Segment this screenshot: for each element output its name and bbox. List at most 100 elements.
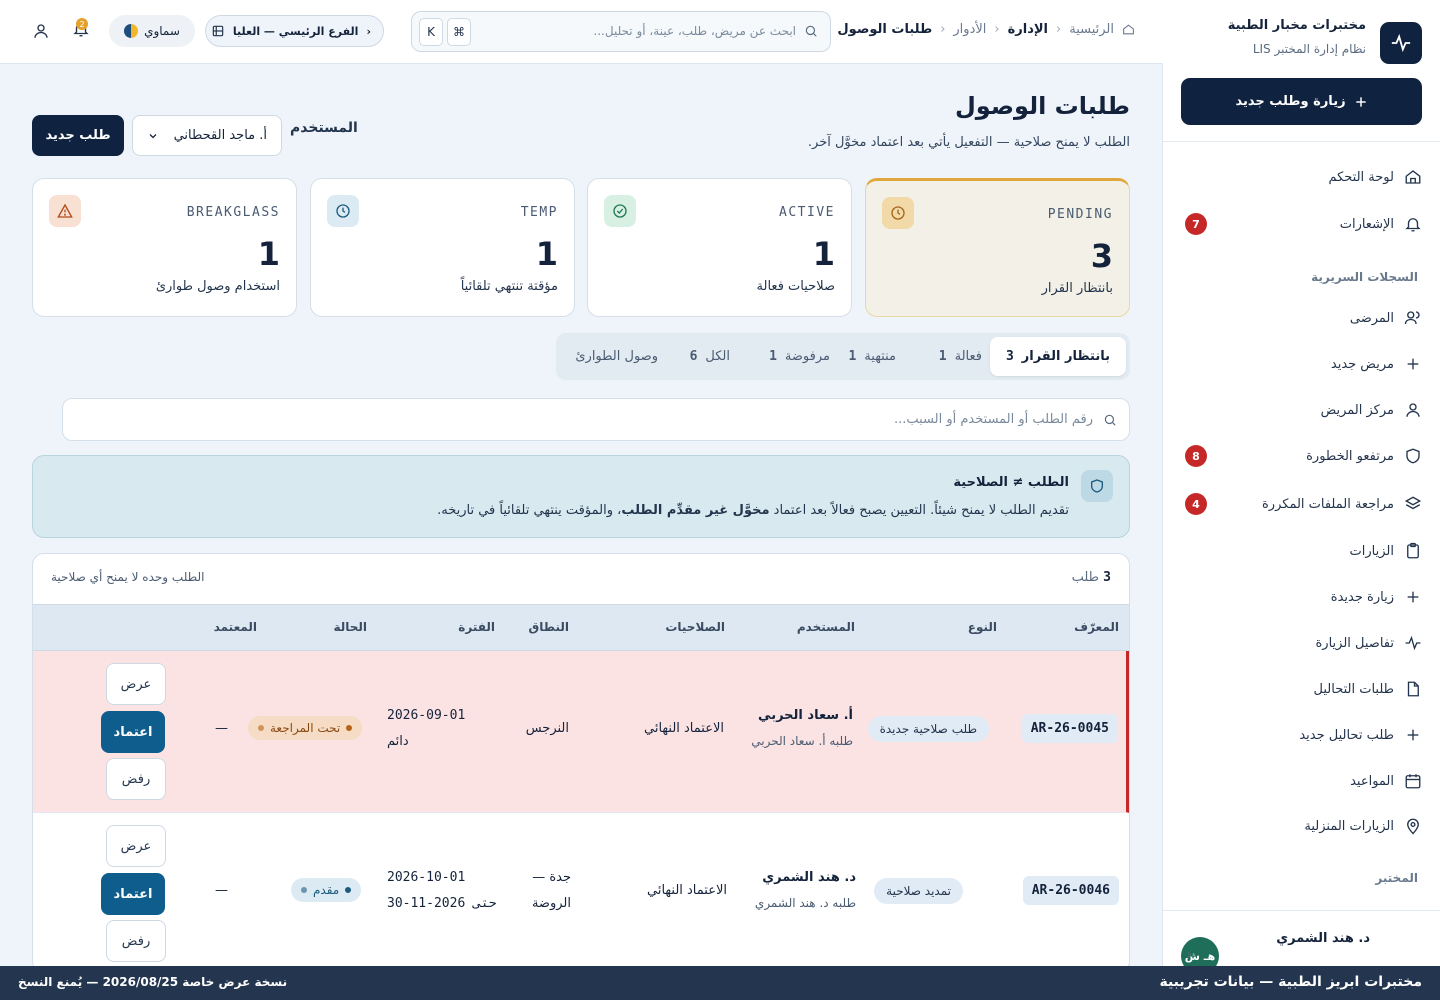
sidebar-item-test-orders[interactable]: طلبات التحاليل [1181, 671, 1422, 707]
stat-description: صلاحيات فعالة [756, 279, 835, 294]
period-end: حتى 2026-11-30 [387, 896, 497, 911]
approve-button[interactable]: اعتماد [101, 711, 165, 753]
status-label: مقدم [313, 883, 340, 897]
sidebar-item-home-visits[interactable]: الزيارات المنزلية [1181, 808, 1422, 844]
search-icon [1103, 413, 1117, 427]
request-id[interactable]: AR-26-0045 [1021, 714, 1118, 743]
stat-card-temp[interactable]: TEMP 1 مؤقتة تنتهي تلقائياً [310, 178, 575, 317]
sidebar-item-patients[interactable]: المرضى [1181, 300, 1422, 336]
search-icon [804, 24, 818, 38]
table-row[interactable]: AR-26-0046 تمديد صلاحية د. هند الشمري طل… [33, 813, 1129, 972]
breadcrumb-current: طلبات الوصول [837, 22, 933, 37]
notice-text: تقديم الطلب لا يمنح شيئاً. التعيين يصبح … [437, 503, 1069, 518]
plus-icon [1404, 588, 1422, 606]
location-icon [1404, 817, 1422, 835]
sidebar-item-label: الزيارات المنزلية [1304, 818, 1394, 834]
period-start: 2026-09-01 [387, 708, 466, 723]
tab-active[interactable]: فعالة 1 [939, 337, 982, 376]
user-select[interactable]: أ. ماجد القحطاني [132, 115, 282, 156]
sidebar-item-new-visit[interactable]: زيارة جديدة [1181, 579, 1422, 615]
request-search-input[interactable]: رقم الطلب أو المستخدم أو السبب... [62, 398, 1130, 441]
sidebar-item-label: الإشعارات [1339, 216, 1394, 232]
breadcrumb-admin[interactable]: الإدارة [1008, 22, 1048, 37]
stat-value: 1 [812, 235, 835, 273]
request-search-placeholder: رقم الطلب أو المستخدم أو السبب... [893, 412, 1093, 427]
stat-card-pending[interactable]: PENDING 3 بانتظار القرار [865, 178, 1130, 317]
request-user: د. هند الشمري [762, 870, 856, 885]
breadcrumb-home[interactable]: الرئيسية [1069, 22, 1114, 37]
user-menu-button[interactable] [32, 22, 50, 40]
tab-label: مرفوضة [784, 349, 830, 364]
stat-value: 1 [257, 235, 280, 273]
table-note: الطلب وحده لا يمنح أي صلاحية [51, 570, 205, 584]
tab-pending[interactable]: بانتظار القرار 3 [989, 337, 1126, 376]
sidebar-item-appointments[interactable]: المواعيد [1181, 763, 1422, 799]
sidebar-item-visits[interactable]: الزيارات [1181, 533, 1422, 569]
branch-selector[interactable]: ‹ الفرع الرئيسي — العليا [205, 15, 384, 47]
sidebar-item-label: مرتفعو الخطورة [1306, 448, 1394, 464]
status-badge: تحت المراجعة [248, 716, 363, 740]
scope: النرجس [525, 721, 569, 736]
notifications-button[interactable]: 2 [72, 18, 90, 38]
view-button[interactable]: عرض [106, 825, 166, 867]
tab-count: 1 [769, 349, 777, 364]
tab-rejected[interactable]: مرفوضة 1 [769, 337, 830, 376]
sidebar-item-new-patient[interactable]: مريض جديد [1181, 346, 1422, 382]
breadcrumb: الرئيسية ‹ الإدارة ‹ الأدوار ‹ طلبات الو… [837, 22, 1135, 37]
sidebar-item-visit-details[interactable]: تفاصيل الزيارة [1181, 625, 1422, 661]
request-id[interactable]: AR-26-0046 [1022, 876, 1119, 905]
sidebar-item-label: تفاصيل الزيارة [1315, 635, 1394, 651]
stat-card-breakglass[interactable]: BREAKGLASS 1 استخدام وصول طوارئ [32, 178, 297, 317]
sidebar-item-label: المواعيد [1350, 773, 1394, 789]
shield-icon [1081, 470, 1113, 502]
high-risk-badge: 8 [1185, 445, 1207, 467]
approve-button[interactable]: اعتماد [101, 873, 165, 915]
chevron-left-icon: ‹ [994, 22, 1000, 37]
tab-label: فعالة [954, 349, 982, 364]
stat-value: 3 [1090, 237, 1113, 275]
user-filter-label: المستخدم [290, 120, 358, 136]
table-row[interactable]: AR-26-0045 طلب صلاحية جديدة أ. سعاد الحر… [33, 651, 1129, 813]
approver: — [215, 883, 228, 898]
tab-all[interactable]: الكل 6 [690, 337, 730, 376]
table-header-bar: 3 طلب الطلب وحده لا يمنح أي صلاحية [33, 554, 1129, 604]
view-button[interactable]: عرض [106, 663, 166, 705]
tab-breakglass[interactable]: وصول الطوارئ [575, 337, 658, 376]
sidebar-item-dashboard[interactable]: لوحة التحكم [1181, 159, 1422, 195]
stat-label: ACTIVE [779, 205, 835, 220]
tab-label: بانتظار القرار [1021, 349, 1110, 364]
users-icon [1404, 309, 1422, 327]
page-subtitle: الطلب لا يمنح صلاحية — التفعيل يأتي بعد … [807, 135, 1130, 150]
sidebar-item-label: طلبات التحاليل [1313, 681, 1394, 697]
sidebar-user[interactable]: د. هند الشمري هـ ش ‹ [1163, 910, 1440, 975]
theme-swatch-icon [124, 24, 139, 38]
stat-card-active[interactable]: ACTIVE 1 صلاحيات فعالة [587, 178, 852, 317]
sidebar-item-duplicate-review[interactable]: مراجعة الملفات المكررة 4 [1181, 486, 1422, 522]
chevron-left-icon: ‹ [366, 24, 371, 38]
scope-detail: الروضة [531, 896, 571, 911]
bell-badge: 2 [76, 18, 88, 30]
status-dot [301, 887, 307, 893]
stat-description: بانتظار القرار [1041, 281, 1113, 296]
sidebar-item-new-test-order[interactable]: طلب تحاليل جديد [1181, 717, 1422, 753]
notice-text-c: ، والمؤقت ينتهي تلقائياً في تاريخه. [437, 503, 622, 518]
tab-label: وصول الطوارئ [575, 349, 658, 364]
column-header: المستخدم [796, 620, 855, 634]
theme-toggle[interactable]: سماوي [109, 15, 195, 47]
sidebar-item-patient-center[interactable]: مركز المريض [1181, 392, 1422, 428]
new-visit-button[interactable]: زيارة وطلب جديد [1181, 78, 1422, 125]
stat-label: BREAKGLASS [186, 205, 280, 220]
layers-icon [1404, 495, 1422, 513]
status-badge: مقدم [291, 878, 362, 902]
global-search-input[interactable]: ابحث عن مريض، طلب، عينة، أو تحليل... ⌘ K [411, 11, 831, 52]
new-request-button[interactable]: طلب جديد [32, 115, 124, 156]
reject-button[interactable]: رفض [106, 920, 166, 962]
tab-expired[interactable]: منتهية 1 [848, 337, 896, 376]
reject-button[interactable]: رفض [106, 758, 166, 800]
clock-icon [327, 195, 359, 227]
breadcrumb-roles[interactable]: الأدوار [953, 22, 986, 37]
sidebar-item-notifications[interactable]: الإشعارات 7 [1181, 206, 1422, 242]
sidebar-item-high-risk[interactable]: مرتفعو الخطورة 8 [1181, 438, 1422, 474]
status-dot [346, 725, 353, 731]
plus-icon [1404, 726, 1422, 744]
